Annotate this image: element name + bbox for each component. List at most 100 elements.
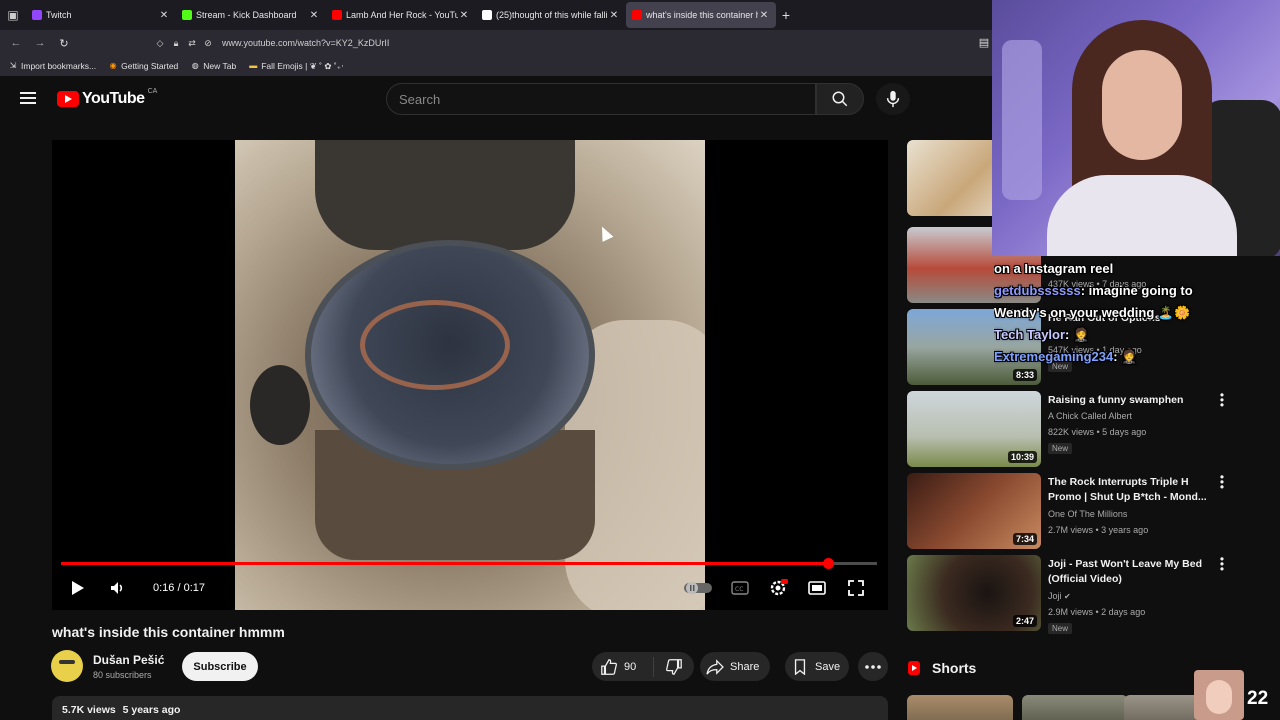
- new-tab-button[interactable]: +: [776, 7, 796, 23]
- tab-list-icon[interactable]: ▣: [0, 0, 26, 30]
- close-icon[interactable]: ✕: [758, 10, 770, 21]
- more-vertical-icon[interactable]: • • •: [1219, 389, 1225, 411]
- video-duration: 2:47: [1012, 615, 1037, 627]
- short-thumbnail[interactable]: [907, 695, 1013, 720]
- fullscreen-button[interactable]: [846, 578, 866, 598]
- youtube-icon: [332, 10, 342, 20]
- save-button[interactable]: Save: [785, 652, 849, 681]
- volume-button[interactable]: [107, 578, 127, 598]
- tab-twitch[interactable]: Twitch ✕: [26, 2, 176, 28]
- youtube-play-icon: [57, 91, 79, 107]
- back-icon[interactable]: ←: [4, 37, 28, 49]
- firefox-icon: ◉: [109, 61, 117, 70]
- more-vertical-icon[interactable]: • • •: [1219, 471, 1225, 493]
- tab-youtube-active[interactable]: what's inside this container hm ✕: [626, 2, 776, 28]
- video-thumbnail[interactable]: 7:34: [907, 473, 1041, 549]
- close-icon[interactable]: ✕: [458, 10, 470, 21]
- permissions-icon: ⇄: [188, 37, 196, 48]
- tiktok-icon: [482, 10, 492, 20]
- chat-message: getdubssssss: imagine going to: [994, 283, 1193, 298]
- subtitles-icon: CC: [731, 581, 749, 595]
- player-controls: 0:16 / 0:17 CC: [52, 572, 888, 604]
- gear-icon: [770, 579, 788, 596]
- volume-icon: [111, 582, 123, 594]
- video-duration: 7:34: [1012, 533, 1037, 545]
- import-icon: ⇲: [9, 61, 17, 70]
- theater-mode-icon: [808, 581, 826, 595]
- scrubber-handle[interactable]: [823, 558, 835, 569]
- play-button[interactable]: [68, 578, 88, 598]
- theater-mode-button[interactable]: [806, 578, 828, 598]
- like-button[interactable]: 90: [592, 656, 654, 677]
- search-icon: [832, 91, 848, 107]
- recommendation-item[interactable]: 7:34 The Rock Interrupts Triple H Promo …: [907, 471, 1247, 549]
- shorts-header: Shorts: [908, 660, 976, 676]
- bookmark-fall-emojis[interactable]: ▬ Fall Emojis | ❦ ˚ ✿ ˚₊‧: [248, 61, 344, 72]
- video-thumbnail[interactable]: 2:47: [907, 555, 1041, 631]
- video-duration: 8:33: [1012, 369, 1037, 381]
- bookmark-icon: [794, 658, 806, 675]
- shorts-icon: [908, 661, 920, 675]
- youtube-logo[interactable]: YouTube CA: [57, 88, 157, 108]
- video-thumbnail[interactable]: 10:39: [907, 391, 1041, 467]
- reload-icon[interactable]: ↻: [52, 37, 76, 50]
- dislike-button[interactable]: [654, 657, 694, 677]
- bookmark-import[interactable]: ⇲ Import bookmarks...: [8, 61, 96, 71]
- search-input[interactable]: Search: [386, 83, 816, 115]
- rec-meta: 2.7M views • 3 years ago: [1048, 525, 1149, 535]
- stream-chat-overlay: on a Instagram reel getdubssssss: imagin…: [994, 258, 1280, 368]
- video-player[interactable]: 0:16 / 0:17 CC: [52, 140, 888, 610]
- rec-channel: One Of The Millions: [1048, 509, 1128, 519]
- rec-title: Raising a funny swamphen: [1048, 394, 1184, 406]
- url-bar[interactable]: ◇ 🔒︎ ⇄ ⊘ www.youtube.com/watch?v=KY2_KzD…: [152, 33, 992, 53]
- progress-played: [61, 562, 829, 565]
- upload-age: 5 years ago: [122, 704, 181, 716]
- autoplay-toggle[interactable]: [682, 578, 714, 598]
- tab-youtube-lamb[interactable]: Lamb And Her Rock - YouTube ✕: [326, 2, 476, 28]
- progress-bar[interactable]: [61, 558, 877, 569]
- video-frame: [235, 140, 705, 610]
- bookmark-getting-started[interactable]: ◉ Getting Started: [108, 61, 179, 71]
- streamer-webcam: [992, 0, 1280, 256]
- search-button[interactable]: [816, 83, 864, 115]
- close-icon[interactable]: ✕: [608, 10, 620, 21]
- description-box[interactable]: 5.7K views 5 years ago: [52, 696, 888, 720]
- rec-channel: A Chick Called Albert: [1048, 411, 1133, 421]
- subtitles-button[interactable]: CC: [730, 578, 750, 598]
- short-thumbnail[interactable]: [1022, 695, 1128, 720]
- voice-search-button[interactable]: [876, 83, 910, 115]
- more-vertical-icon[interactable]: • • •: [1219, 553, 1225, 575]
- youtube-icon: [632, 10, 642, 20]
- no-autoplay-icon: ⊘: [204, 37, 212, 48]
- channel-name[interactable]: Dušan Pešić: [93, 653, 164, 667]
- more-horizontal-icon: [865, 664, 881, 669]
- recommendation-item[interactable]: 10:39 Raising a funny swamphen A Chick C…: [907, 389, 1247, 467]
- like-count: 90: [624, 660, 637, 673]
- tab-kick[interactable]: Stream - Kick Dashboard ✕: [176, 2, 326, 28]
- share-button[interactable]: Share: [700, 652, 770, 681]
- viewer-avatar: [1194, 670, 1244, 720]
- chat-username: getdubssssss: [994, 283, 1081, 298]
- more-actions-button[interactable]: [858, 652, 888, 681]
- subscribe-button[interactable]: Subscribe: [182, 652, 258, 681]
- lock-icon: 🔒︎: [173, 37, 179, 48]
- rec-channel: Joji ✔: [1048, 591, 1071, 601]
- close-icon[interactable]: ✕: [158, 10, 170, 21]
- settings-button[interactable]: [767, 578, 789, 598]
- rec-title: Joji - Past Won't Leave My Bed (Official…: [1048, 558, 1203, 585]
- recommendation-item[interactable]: 2:47 Joji - Past Won't Leave My Bed (Off…: [907, 553, 1247, 634]
- viewer-count: 22: [1247, 688, 1269, 709]
- tab-tiktok[interactable]: (25)thought of this while falling ✕: [476, 2, 626, 28]
- forward-icon[interactable]: →: [28, 37, 52, 49]
- snake-engraving: [360, 300, 510, 390]
- fullscreen-icon: [848, 580, 864, 596]
- channel-avatar[interactable]: [51, 650, 83, 682]
- container-image-top: [315, 140, 575, 250]
- webcam-shirt: [1047, 175, 1237, 256]
- verified-icon: ✔: [1064, 592, 1071, 601]
- chat-username: Tech Taylor: [994, 327, 1066, 342]
- kick-icon: [182, 10, 192, 20]
- menu-icon[interactable]: [20, 92, 36, 104]
- close-icon[interactable]: ✕: [308, 10, 320, 21]
- bookmark-new-tab[interactable]: ◍ New Tab: [190, 61, 236, 71]
